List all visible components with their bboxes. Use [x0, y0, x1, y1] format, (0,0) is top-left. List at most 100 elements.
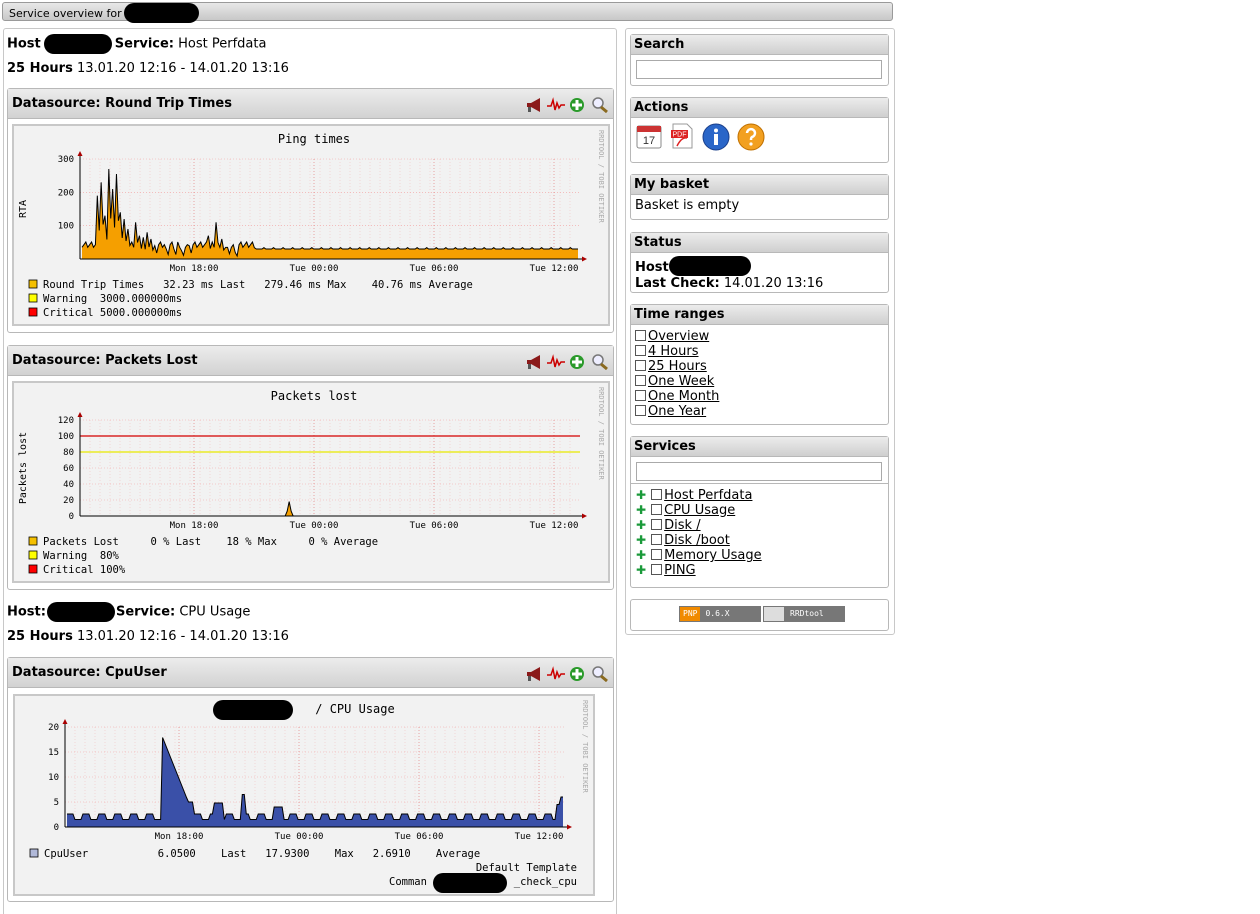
- footer-command-prefix: Comman: [389, 876, 427, 888]
- megaphone-icon[interactable]: [525, 95, 543, 112]
- x-axis-arrow: [567, 824, 572, 830]
- zoom-icon[interactable]: [591, 664, 609, 683]
- timerange-item[interactable]: 25 Hours: [635, 359, 884, 374]
- add-icon[interactable]: [569, 95, 587, 112]
- rrdtool-watermark: RRDTOOL / TOBI OETIKER: [597, 387, 605, 481]
- y-axis-arrow: [77, 151, 83, 156]
- external-link-icon: [635, 375, 646, 386]
- service-link[interactable]: Host Perfdata: [664, 488, 752, 503]
- service-label: Service:: [114, 36, 175, 52]
- wave-icon[interactable]: [547, 95, 565, 111]
- pnp-badge[interactable]: PNP 0.6.X: [679, 606, 761, 622]
- service-link[interactable]: Disk /boot: [664, 533, 730, 548]
- pl-graph: Packets lost Packets lost RRDTOOL / TOBI O…: [12, 381, 610, 583]
- timerange-item[interactable]: 4 Hours: [635, 344, 884, 359]
- host-service-line-2: Host: Service: CPU Usage: [7, 602, 250, 622]
- expand-icon[interactable]: ✚: [635, 504, 647, 516]
- wave-icon[interactable]: [547, 352, 565, 368]
- wave-icon[interactable]: [547, 664, 565, 680]
- expand-icon[interactable]: ✚: [635, 534, 647, 546]
- timerange-item[interactable]: One Month: [635, 389, 884, 404]
- datasource-title: Datasource: Round Trip Times: [12, 96, 232, 111]
- legend-text: Round Trip Times 32.23 ms Last 279.46 ms…: [43, 279, 473, 291]
- y-tick-label: 80: [63, 448, 74, 458]
- y-tick-label: 60: [63, 464, 74, 474]
- expand-icon[interactable]: ✚: [635, 519, 647, 531]
- search-title: Search: [631, 35, 888, 55]
- datasource-cpu-panel: Datasource: CpuUser / CPU Usage RRDTOOL /…: [7, 657, 614, 902]
- x-tick-label: Mon 18:00: [170, 264, 219, 274]
- y-tick-label: 15: [48, 748, 59, 758]
- timerange-link[interactable]: 4 Hours: [648, 344, 699, 359]
- status-title: Status: [631, 233, 888, 253]
- timerange-link[interactable]: One Month: [648, 389, 719, 404]
- timerange-link[interactable]: Overview: [648, 329, 709, 344]
- service-item[interactable]: ✚ PING: [635, 563, 884, 578]
- service-item[interactable]: ✚ Disk /: [635, 518, 884, 533]
- service-filter-input[interactable]: [636, 462, 882, 481]
- chart-title: Ping times: [278, 132, 350, 146]
- y-axis-label: Packets lost: [18, 432, 29, 504]
- info-icon[interactable]: [701, 122, 731, 152]
- x-tick-label: Tue 00:00: [290, 264, 339, 274]
- timerange-link[interactable]: One Year: [648, 404, 706, 419]
- add-icon[interactable]: [569, 352, 587, 369]
- datasource-icons: [525, 352, 609, 371]
- pdf-icon[interactable]: PDF: [668, 122, 696, 150]
- search-input[interactable]: [636, 60, 882, 79]
- legend-text: CpuUser 6.0500 Last 17.9300 Max 2.6910 A…: [44, 848, 480, 860]
- timerange-link[interactable]: 25 Hours: [648, 359, 707, 374]
- y-tick-label: 120: [58, 416, 74, 426]
- host-label: Host:: [7, 604, 46, 620]
- calendar-icon[interactable]: 17: [635, 122, 663, 150]
- expand-icon[interactable]: ✚: [635, 564, 647, 576]
- datasource-pl-panel: Datasource: Packets Lost Packets lost Pac…: [7, 345, 614, 590]
- rrdtool-watermark: RRDTOOL / TOBI OETIKER: [581, 700, 589, 794]
- service-item[interactable]: ✚ Host Perfdata: [635, 488, 884, 503]
- service-item[interactable]: ✚ Memory Usage: [635, 548, 884, 563]
- pnp-version: 0.6.X: [700, 607, 760, 621]
- service-value: Host Perfdata: [178, 36, 267, 52]
- timerange-item[interactable]: Overview: [635, 329, 884, 344]
- service-link[interactable]: CPU Usage: [664, 503, 735, 518]
- external-link-icon: [635, 360, 646, 371]
- service-item[interactable]: ✚ CPU Usage: [635, 503, 884, 518]
- x-tick-label: Mon 18:00: [155, 832, 204, 842]
- legend-text: Warning 80%: [43, 550, 120, 562]
- legend-swatch: [29, 848, 39, 858]
- data-area: [67, 737, 563, 827]
- service-link[interactable]: PING: [664, 563, 695, 578]
- legend-swatch: [28, 564, 38, 574]
- range-text: 13.01.20 12:16 - 14.01.20 13:16: [76, 629, 289, 644]
- y-axis-arrow: [62, 719, 68, 724]
- x-tick-label: Tue 06:00: [410, 264, 459, 274]
- help-icon[interactable]: [736, 122, 766, 152]
- service-link[interactable]: Disk /: [664, 518, 700, 533]
- redacted-host: [43, 34, 112, 54]
- datasource-rtt-panel: Datasource: Round Trip Times Ping times R…: [7, 88, 614, 333]
- timerange-item[interactable]: One Year: [635, 404, 884, 419]
- footer-command-suffix: _check_cpu: [514, 876, 577, 888]
- rrdtool-label: RRDtool: [784, 607, 844, 621]
- timerange-item[interactable]: One Week: [635, 374, 884, 389]
- timerange-link[interactable]: One Week: [648, 374, 714, 389]
- external-link-icon: [635, 405, 646, 416]
- external-link-icon: [651, 489, 663, 500]
- datasource-header: Datasource: CpuUser: [8, 658, 613, 688]
- datasource-title: Datasource: Packets Lost: [12, 353, 198, 368]
- megaphone-icon[interactable]: [525, 664, 543, 681]
- service-link[interactable]: Memory Usage: [664, 548, 762, 563]
- service-item[interactable]: ✚ Disk /boot: [635, 533, 884, 548]
- search-panel: Search: [630, 34, 889, 86]
- zoom-icon[interactable]: [591, 352, 609, 371]
- y-tick-label: 5: [54, 798, 59, 808]
- expand-icon[interactable]: ✚: [635, 489, 647, 501]
- megaphone-icon[interactable]: [525, 352, 543, 369]
- zoom-icon[interactable]: [591, 95, 609, 114]
- datasource-header: Datasource: Round Trip Times: [8, 89, 613, 119]
- lastcheck-value: 14.01.20 13:16: [723, 276, 824, 291]
- add-icon[interactable]: [569, 664, 587, 681]
- time-range-line-2: 25 Hours 13.01.20 12:16 - 14.01.20 13:16: [7, 629, 289, 644]
- rrdtool-badge[interactable]: RRDtool: [763, 606, 845, 622]
- expand-icon[interactable]: ✚: [635, 549, 647, 561]
